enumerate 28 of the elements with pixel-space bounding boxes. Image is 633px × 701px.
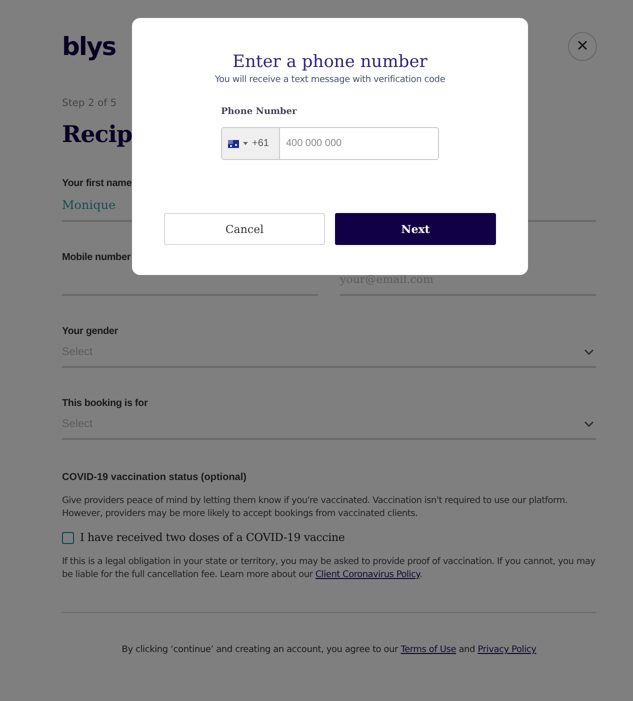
dialog-title: Enter a phone number [232,52,428,72]
checkbox-label: I have received two doses of a COVID-19 vaccine [80,531,345,544]
country-picker[interactable]: +61 [222,128,280,159]
step-indicator: Step 2 of 5 [62,98,118,109]
flag-icon [228,140,239,148]
next-button[interactable]: Next [335,213,496,245]
close-button[interactable]: × [568,32,597,60]
chevron-down-icon [584,349,594,355]
field-label: Phone Number [221,107,298,117]
dialog-subtitle: You will receive a text message with verification code [214,75,446,85]
field-label: Mobile number [62,252,132,265]
checkbox[interactable] [62,532,74,544]
logo: blys [62,32,116,60]
page-title: Recip [62,121,132,148]
policy-link[interactable]: Client Coronavirus Policy [315,570,420,580]
phone-field[interactable]: +61 400 000 000 [221,127,439,160]
info-text: Give providers peace of mind by letting them know if you're vaccinated. Vaccination isn't required to use our platform. However, providers may be more likely to accept bookings from vaccinated clients. [62,495,568,521]
field-label: Your first name [62,178,133,191]
caret-icon [243,142,248,145]
terms-link[interactable]: Terms of Use [400,645,456,655]
chevron-down-icon [584,421,594,427]
cancel-button[interactable]: Cancel [164,213,325,245]
terms-text: By clicking ‘continue’ and creating an account, you agree to our Terms of Use and Privacy Policy [120,645,538,655]
privacy-link[interactable]: Privacy Policy [478,645,536,655]
note-text: If this is a legal obligation in your state or territory, you may be asked to provide proof of vaccination. If you cannot, you may be liable for the full cancellation fee. Learn more about our Client Coronavirus Policy. [62,556,596,582]
field-label: Your gender [62,326,119,339]
section-heading: COVID-19 vaccination status (optional) [62,472,248,483]
field-label: This booking is for [62,398,149,411]
